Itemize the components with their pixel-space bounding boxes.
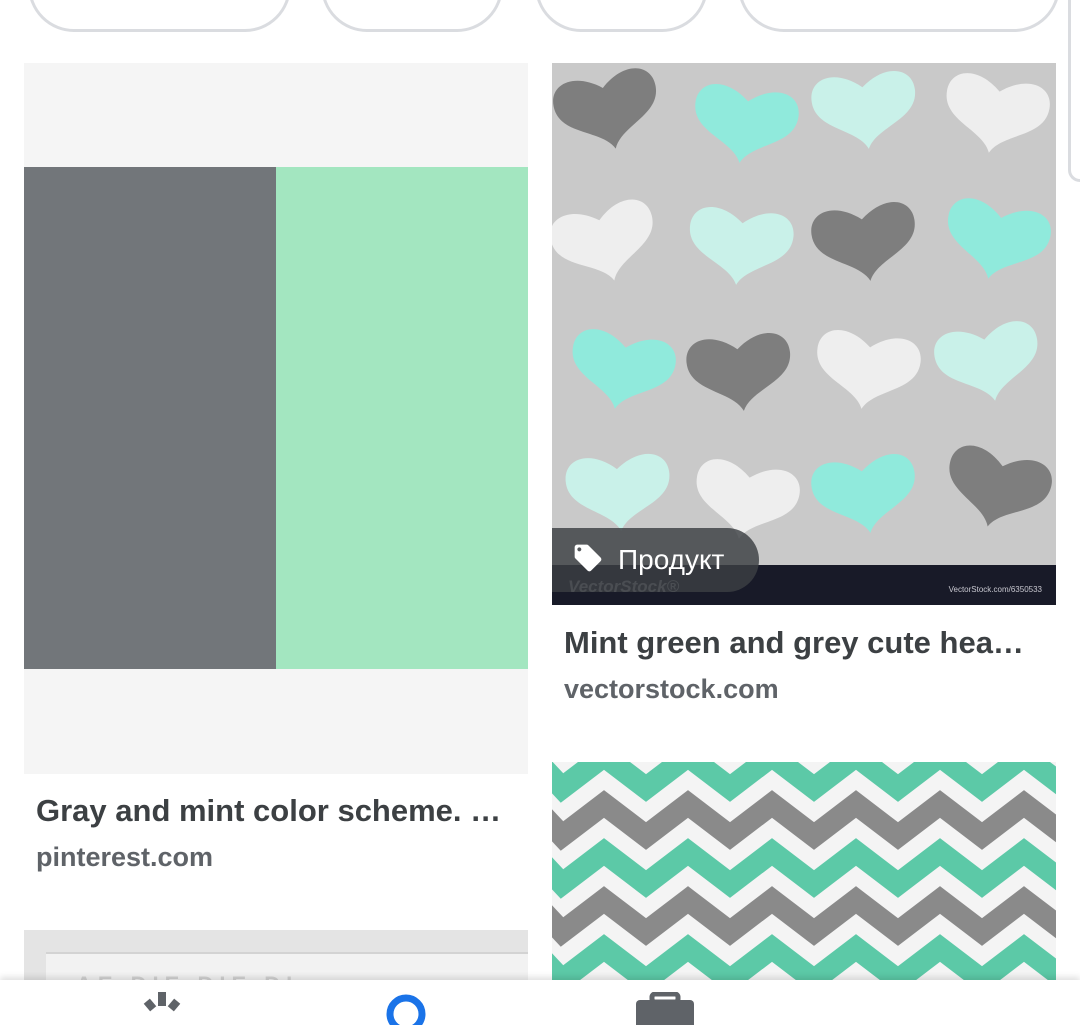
bottom-navigation bbox=[0, 980, 1080, 1025]
result-thumbnail-hearts[interactable]: VectorStock® VectorStock.com/6350533 bbox=[552, 63, 1056, 605]
tag-icon bbox=[572, 542, 604, 579]
result-title[interactable]: Mint green and grey cute hea… bbox=[564, 625, 1040, 661]
filter-chip[interactable] bbox=[738, 0, 1060, 32]
product-badge[interactable]: Продукт bbox=[552, 528, 759, 592]
discover-icon[interactable] bbox=[136, 992, 188, 1025]
filter-chip[interactable] bbox=[535, 0, 708, 32]
result-source: pinterest.com bbox=[36, 842, 214, 872]
hearts-pattern bbox=[552, 64, 1056, 548]
product-badge-label: Продукт bbox=[618, 544, 725, 575]
result-thumbnail-palette[interactable] bbox=[24, 63, 528, 774]
watermark-id: VectorStock.com/6350533 bbox=[948, 585, 1042, 594]
filter-chip[interactable] bbox=[28, 0, 291, 32]
search-icon[interactable] bbox=[384, 992, 432, 1025]
scroll-indicator[interactable] bbox=[1068, 0, 1080, 182]
result-title[interactable]: Gray and mint color scheme. … bbox=[36, 793, 516, 829]
image-search-results: Gray and mint color scheme. … pinterest.… bbox=[0, 0, 1080, 1025]
filter-chip[interactable] bbox=[321, 0, 503, 32]
result-source: vectorstock.com bbox=[564, 674, 779, 704]
collections-icon[interactable] bbox=[634, 991, 698, 1025]
mint-swatch bbox=[276, 167, 528, 669]
gray-swatch bbox=[24, 167, 276, 669]
